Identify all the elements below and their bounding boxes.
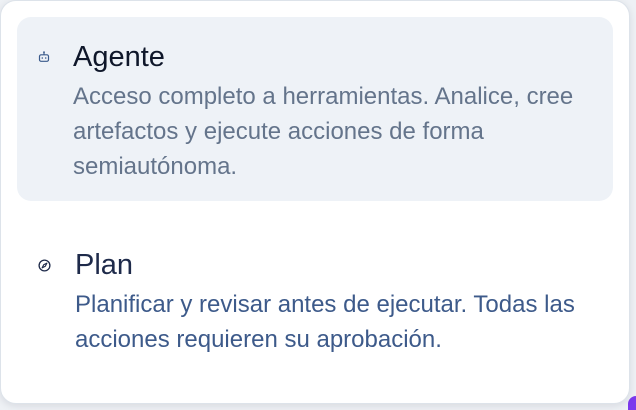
stage: Agente Acceso completo a herramientas. A…	[0, 0, 636, 410]
robot-icon	[37, 51, 51, 63]
menu-option-agente[interactable]: Agente Acceso completo a herramientas. A…	[17, 17, 613, 201]
background-avatar-edge	[628, 396, 636, 410]
menu-option-plan[interactable]: Plan Planificar y revisar antes de ejecu…	[17, 217, 613, 357]
menu-option-title: Plan	[75, 249, 134, 281]
compass-icon	[37, 259, 51, 272]
menu-option-description: Acceso completo a herramientas. Analice,…	[73, 83, 574, 180]
menu-option-title: Agente	[73, 41, 165, 73]
menu-option-description: Planificar y revisar antes de ejecutar. …	[75, 291, 575, 353]
mode-selector-menu: Agente Acceso completo a herramientas. A…	[0, 0, 630, 404]
